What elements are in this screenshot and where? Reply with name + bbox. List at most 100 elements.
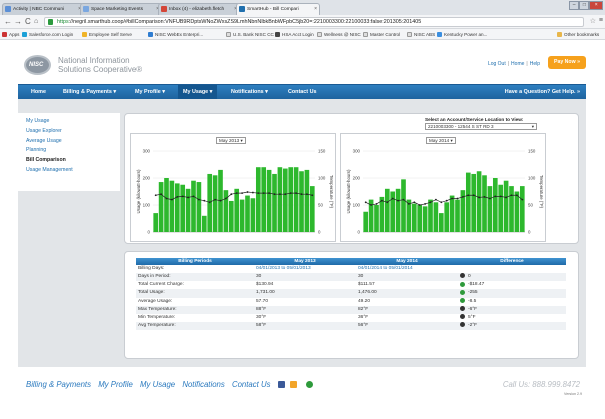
nav-contact[interactable]: Contact Us (283, 85, 321, 100)
sidebar-item-average-usage[interactable]: Average Usage (18, 137, 120, 147)
back-icon[interactable]: ← (4, 17, 12, 27)
row-label: Average Usage: (136, 297, 254, 306)
logout-link[interactable]: Log Out (488, 61, 506, 67)
footer-link-notifications[interactable]: Notifications (182, 380, 224, 389)
nav-notifications[interactable]: Notifications ▾ (226, 85, 273, 100)
value-2013: 30 (254, 273, 356, 282)
nav-usage-label: My Usage (183, 89, 209, 95)
tab-activity[interactable]: Activity | NBC Communi× (2, 3, 84, 15)
footer-link-billing[interactable]: Billing & Payments (26, 380, 91, 389)
usage-bar (277, 167, 283, 232)
tab-inbox[interactable]: Inbox (4) - elizabeth.fletch× (158, 3, 240, 15)
other-bookmarks[interactable]: Other bookmarks (557, 31, 599, 38)
y2-tick-label: 50 (528, 203, 533, 208)
address-input[interactable]: https://negril.smarthub.coop/#billCompar… (44, 17, 584, 27)
forward-icon[interactable]: → (14, 17, 22, 27)
star-icon[interactable]: ☆ (590, 17, 596, 25)
bookmark-apps[interactable]: Apps (2, 31, 19, 38)
bookmark-salesforce[interactable]: Salesforce.com Login (22, 31, 73, 38)
usage-bar (503, 180, 509, 232)
maximize-icon[interactable]: □ (579, 1, 590, 10)
y-tick-label: 200 (143, 176, 151, 181)
row-label: Max Temperature: (136, 305, 254, 314)
temperature-point (171, 198, 173, 201)
y-axis-label: Usage (kilowatt-hours) (346, 169, 351, 213)
sidebar-item-usage-management[interactable]: Usage Management (18, 166, 120, 176)
nisc-logo[interactable]: NISC (24, 55, 51, 75)
difference-value: 0 (468, 274, 471, 280)
temperature-point (208, 201, 211, 204)
get-help-link[interactable]: Have a Question? Get Help. » (505, 85, 580, 100)
usage-bar (185, 188, 191, 232)
content-area: My Usage Usage Explorer Average Usage Pl… (18, 99, 586, 367)
footer-link-contact[interactable]: Contact Us (232, 380, 271, 389)
close-window-icon[interactable]: × (589, 1, 603, 10)
temperature-point (198, 198, 200, 201)
app-icon[interactable] (305, 381, 313, 388)
help-link[interactable]: Help (530, 61, 540, 67)
tab-space-marketing[interactable]: Space Marketing Events× (80, 3, 162, 15)
temperature-point (499, 195, 502, 198)
usage-bar (455, 199, 460, 232)
footer-link-usage[interactable]: My Usage (140, 380, 175, 389)
col-difference: Difference (458, 258, 566, 265)
org-line-2: Solutions Cooperative® (58, 65, 143, 74)
account-select[interactable]: 2210003300 - 12544 S ST RD 3 ▾ (425, 123, 537, 130)
y-tick-label: 300 (143, 149, 151, 154)
usage-bar (261, 167, 267, 232)
home-icon[interactable]: ⌂ (34, 17, 38, 27)
minimize-icon[interactable]: – (569, 1, 580, 10)
pay-now-button[interactable]: Pay Now » (548, 56, 586, 69)
tab-smarthub[interactable]: SmartHub - Bill Compari × (236, 3, 320, 15)
reload-icon[interactable]: C (25, 17, 31, 27)
nav-billing[interactable]: Billing & Payments ▾ (58, 85, 121, 100)
usage-bar (304, 169, 310, 232)
bookmark-usbank[interactable]: U.S. Bank NISC CC (226, 31, 274, 38)
sidebar-item-usage-explorer[interactable]: Usage Explorer (18, 127, 120, 137)
value-2014: 49.20 (356, 297, 458, 306)
bookmarks-bar: Apps Salesforce.com Login Employee Self … (0, 29, 605, 40)
bookmark-ess[interactable]: Employee Self Serve (82, 31, 132, 38)
bookmark-wellness[interactable]: Wellness @ NISC (317, 31, 361, 38)
url-bar: ← → C ⌂ https://negril.smarthub.coop/#bi… (0, 15, 605, 29)
value-2013: 88°F (254, 305, 356, 314)
menu-icon[interactable]: ≡ (599, 17, 603, 24)
temperature-point (494, 195, 497, 198)
sidebar-item-my-usage[interactable]: My Usage (18, 117, 120, 127)
temperature-point (462, 196, 464, 198)
nav-billing-label: Billing & Payments (63, 89, 112, 95)
temperature-point (370, 204, 372, 206)
difference-cell: -255 (458, 289, 566, 298)
footer-link-profile[interactable]: My Profile (98, 380, 133, 389)
usage-bar (153, 213, 159, 232)
sidebar-item-planning[interactable]: Planning (18, 146, 120, 156)
temperature-point (257, 192, 260, 195)
social-icon[interactable] (289, 381, 297, 388)
bookmark-kentucky[interactable]: Kentucky Power an... (437, 31, 487, 38)
value-2014: 56°F (356, 321, 458, 331)
row-label: Avg Temperature: (136, 321, 254, 331)
temperature-point (386, 201, 389, 204)
tab-label: Inbox (4) - elizabeth.fletch (169, 7, 225, 12)
difference-cell: 5°F (458, 313, 566, 322)
nav-usage[interactable]: My Usage ▾ (178, 85, 218, 100)
table-header-row: Billing Periods May 2013 May 2014 Differ… (136, 258, 566, 265)
bookmark-label: HSA Acct Login (282, 32, 314, 37)
bookmark-abs[interactable]: NISC ABS (407, 31, 435, 38)
close-icon[interactable]: × (314, 4, 317, 15)
usage-bar (164, 178, 169, 232)
facebook-icon[interactable] (277, 381, 285, 388)
sidebar-item-bill-comparison[interactable]: Bill Comparison (18, 156, 120, 166)
nav-profile[interactable]: My Profile ▾ (130, 85, 170, 100)
nav-home[interactable]: Home (26, 85, 51, 100)
bookmark-mastercontrol[interactable]: Master Control (363, 31, 400, 38)
usage-bar (482, 175, 487, 232)
home-link[interactable]: Home (511, 61, 524, 67)
temperature-point (391, 197, 394, 200)
bookmark-webex[interactable]: NISC WebEx Enterpri... (148, 31, 203, 38)
bookmark-hsa[interactable]: HSA Acct Login (275, 31, 314, 38)
tab-label: Space Marketing Events (91, 7, 143, 12)
usage-bar (234, 188, 240, 232)
chevron-down-icon: ▾ (265, 89, 268, 95)
nav-notifications-label: Notifications (231, 89, 264, 95)
